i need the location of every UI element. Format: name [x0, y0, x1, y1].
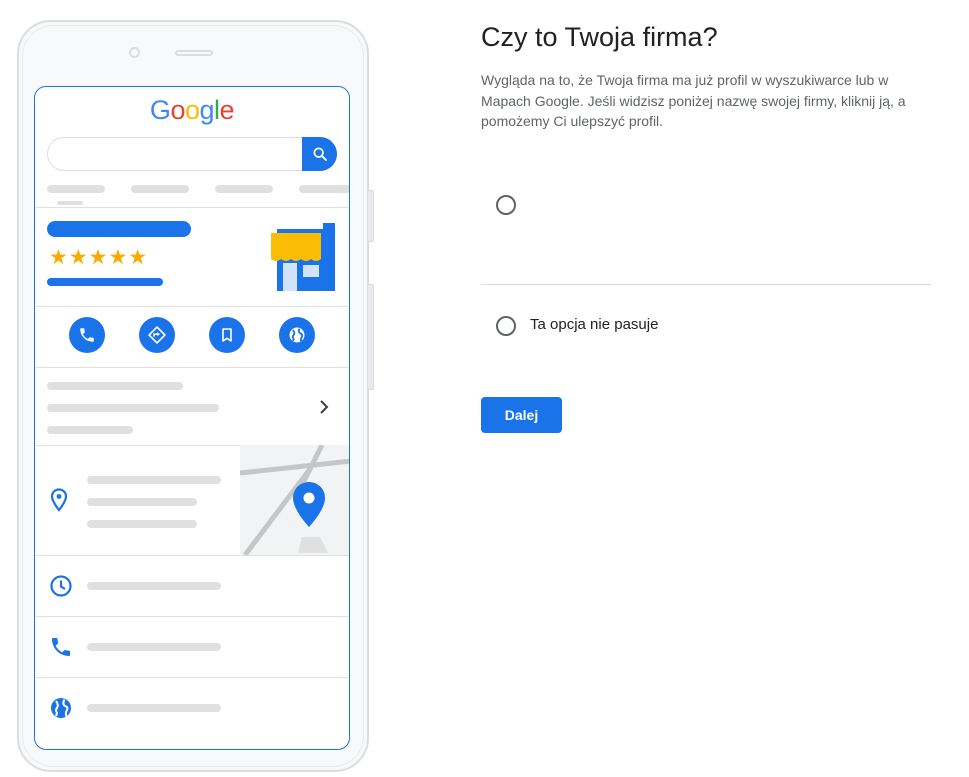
rating-stars: ★★★★★	[49, 246, 149, 269]
placeholder-line	[47, 426, 133, 434]
phone-screen: Google ★★★★★	[34, 86, 350, 750]
divider	[35, 677, 349, 678]
map-pin-icon	[293, 482, 325, 527]
no-match-option-radio[interactable]	[496, 316, 516, 336]
logo-letter: e	[219, 95, 235, 125]
phone-icon	[52, 638, 70, 656]
placeholder-chip	[215, 185, 273, 193]
phone-side-button	[367, 284, 374, 390]
placeholder-tab-indicator	[57, 201, 83, 205]
phone-speaker	[175, 50, 213, 56]
phone-icon	[80, 328, 94, 342]
globe-icon	[289, 327, 305, 343]
logo-letter: g	[199, 95, 215, 125]
illustration-website-action	[279, 317, 315, 353]
location-pin-icon	[50, 488, 68, 512]
search-icon	[312, 147, 327, 161]
business-option-radio[interactable]	[496, 195, 516, 215]
directions-icon	[148, 326, 166, 344]
divider	[35, 555, 349, 556]
clock-icon	[50, 575, 72, 597]
divider	[35, 616, 349, 617]
placeholder-line	[87, 520, 197, 528]
bookmark-icon	[222, 328, 232, 342]
placeholder-business-name	[47, 221, 191, 237]
store-icon	[271, 223, 335, 291]
illustration-search-box	[47, 137, 337, 171]
illustration-directions-action	[139, 317, 175, 353]
placeholder-line	[87, 582, 221, 590]
divider	[35, 367, 349, 368]
page-description: Wygląda na to, że Twoja firma ma już pro…	[481, 72, 906, 129]
logo-letter: o	[184, 95, 200, 125]
options-divider	[481, 284, 931, 285]
placeholder-line	[47, 382, 183, 390]
placeholder-chip	[299, 185, 349, 193]
phone-camera	[129, 47, 140, 58]
placeholder-line	[87, 476, 221, 484]
placeholder-line	[47, 404, 219, 412]
placeholder-line	[87, 498, 197, 506]
placeholder-chip	[131, 185, 189, 193]
placeholder-rating-text	[47, 278, 163, 286]
google-logo: Google	[35, 95, 349, 126]
page-title: Czy to Twoja firma?	[481, 22, 718, 52]
placeholder-chip	[47, 185, 105, 193]
divider	[35, 207, 349, 208]
illustration-call-action	[69, 317, 105, 353]
globe-icon	[51, 698, 71, 718]
logo-letter: G	[149, 95, 171, 125]
placeholder-line	[87, 704, 221, 712]
divider	[35, 306, 349, 307]
chevron-right-icon	[320, 400, 329, 414]
phone-side-button	[367, 190, 374, 242]
map-thumbnail	[240, 445, 349, 555]
placeholder-line	[87, 643, 221, 651]
next-button[interactable]: Dalej	[481, 397, 562, 433]
illustration-save-action	[209, 317, 245, 353]
no-match-option-label[interactable]: Ta opcja nie pasuje	[530, 316, 658, 333]
illustration-search-button	[302, 137, 337, 171]
logo-letter: o	[170, 95, 185, 125]
